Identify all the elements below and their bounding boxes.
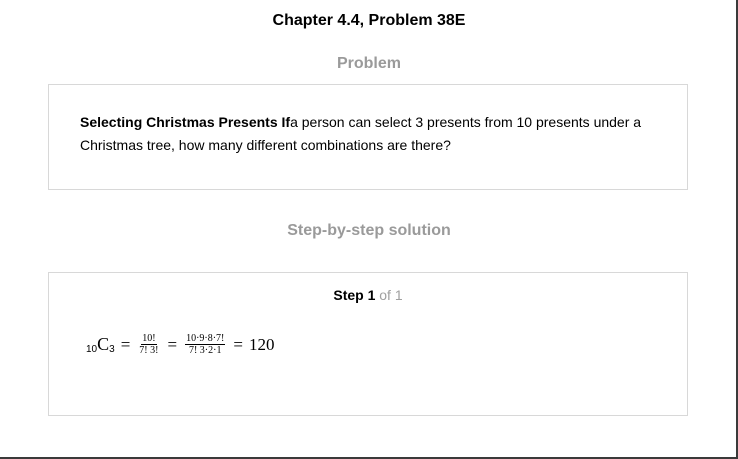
fraction-1-numerator: 10!: [141, 333, 157, 345]
formula-fraction-1: 10! 7! 3!: [138, 333, 159, 356]
solution-formula: 10 C 3 = 10! 7! 3! = 10·9·8·7! 7! 3·2·1 …: [86, 333, 274, 356]
problem-text: Selecting Christmas Presents Ifa person …: [80, 111, 670, 157]
problem-card: Selecting Christmas Presents Ifa person …: [48, 84, 688, 190]
formula-fraction-2: 10·9·8·7! 7! 3·2·1: [185, 333, 226, 356]
fraction-1-denominator: 7! 3!: [139, 345, 159, 356]
formula-result: 120: [248, 334, 275, 354]
fraction-2-numerator: 10·9·8·7!: [185, 333, 226, 345]
solution-card: Step 1 of 1 10 C 3 = 10! 7! 3! = 10·9·8·…: [48, 272, 688, 416]
step-label: Step 1 of 1: [49, 287, 687, 303]
solution-heading: Step-by-step solution: [287, 222, 451, 239]
step-number: Step 1: [333, 287, 376, 303]
fraction-2-denominator: 7! 3·2·1: [188, 345, 222, 356]
formula-equals-2: =: [167, 334, 178, 354]
formula-equals-3: =: [233, 334, 243, 354]
formula-post-subscript: 3: [109, 344, 115, 355]
formula-symbol: C: [97, 334, 110, 354]
formula-pre-subscript: 10: [86, 344, 98, 355]
step-total: of 1: [375, 287, 403, 303]
problem-bold-lead: Selecting Christmas Presents If: [80, 114, 291, 130]
chapter-title: Chapter 4.4, Problem 38E: [272, 12, 466, 29]
formula-equals-1: =: [120, 334, 131, 354]
problem-heading: Problem: [336, 55, 401, 72]
